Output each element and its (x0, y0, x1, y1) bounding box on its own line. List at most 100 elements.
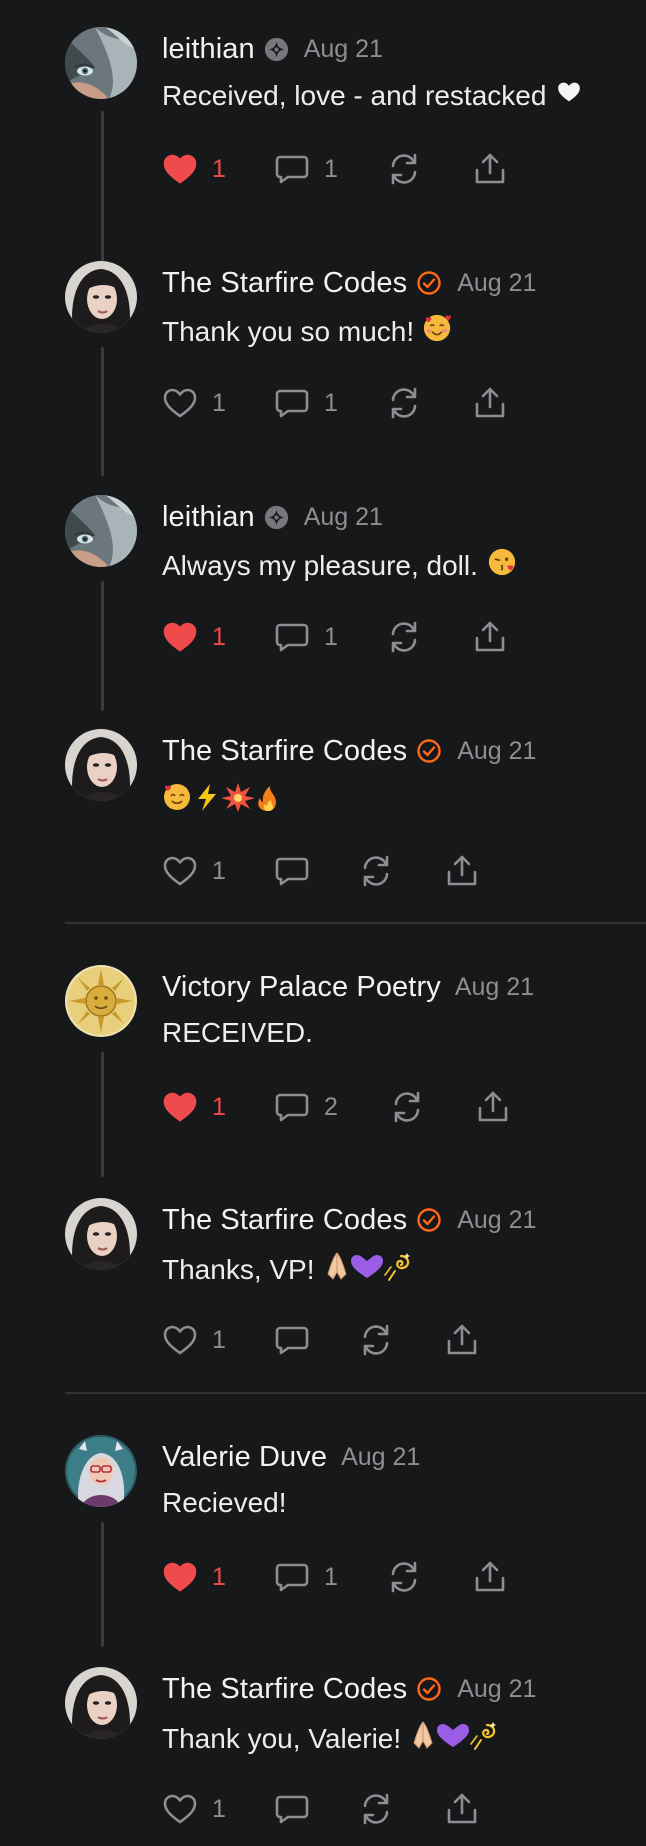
author-name[interactable]: The Starfire Codes (162, 735, 407, 768)
folded-hands-purple-heart-dizzy-emoji (409, 1719, 499, 1758)
comment-header: Valerie Duve Aug 21 (162, 1437, 420, 1477)
thread-divider (65, 1392, 646, 1394)
comment-header: The Starfire Codes Aug 21 (162, 263, 536, 303)
thread-line (101, 581, 104, 711)
folded-hands-purple-heart-dizzy-emoji (323, 1250, 413, 1289)
comment-actions: 1 1 (162, 1557, 508, 1597)
like-button[interactable]: 1 (162, 1087, 274, 1127)
reply-button[interactable]: 1 (274, 149, 386, 189)
comment-actions: 1 (162, 1789, 480, 1829)
comment-text: Thank you, Valerie! (162, 1719, 499, 1758)
avatar[interactable] (65, 1667, 137, 1739)
share-button[interactable] (472, 383, 508, 423)
comment-text: Always my pleasure, doll. (162, 547, 517, 584)
like-button[interactable]: 1 (162, 851, 274, 891)
share-button[interactable] (444, 1789, 480, 1829)
avatar[interactable] (65, 965, 137, 1037)
comment-text: RECEIVED. (162, 1017, 313, 1049)
comment-header: leithian Aug 21 (162, 497, 383, 537)
author-name[interactable]: The Starfire Codes (162, 1673, 407, 1706)
comment-actions: 1 1 (162, 617, 508, 657)
comment-header: leithian Aug 21 (162, 29, 383, 69)
comment-date[interactable]: Aug 21 (304, 503, 383, 532)
comment-header: The Starfire Codes Aug 21 (162, 731, 536, 771)
avatar[interactable] (65, 27, 137, 99)
comment-body: Thank you so much! (162, 315, 415, 347)
like-button[interactable]: 1 (162, 617, 274, 657)
restack-icon (386, 619, 422, 655)
like-button[interactable]: 1 (162, 1557, 274, 1597)
author-name[interactable]: The Starfire Codes (162, 267, 407, 300)
thread-line (101, 111, 104, 264)
author-name[interactable]: The Starfire Codes (162, 1204, 407, 1237)
author-name[interactable]: Valerie Duve (162, 1441, 327, 1474)
restack-button[interactable] (389, 1087, 475, 1127)
reply-button[interactable] (274, 1320, 358, 1360)
comment-text: Recieved! (162, 1487, 287, 1519)
comment-bubble-icon (274, 385, 310, 421)
thread-line (101, 1522, 104, 1647)
avatar[interactable] (65, 1198, 137, 1270)
comment-text (162, 781, 280, 820)
heart-outline-icon (162, 853, 198, 889)
comment-date[interactable]: Aug 21 (341, 1443, 420, 1472)
comment-bubble-icon (274, 1559, 310, 1595)
comment-date[interactable]: Aug 21 (457, 1675, 536, 1704)
comment-date[interactable]: Aug 21 (457, 269, 536, 298)
verified-check-icon (415, 737, 443, 765)
like-count: 1 (212, 856, 226, 885)
share-icon (444, 1791, 480, 1827)
comment-text: Thank you so much! (162, 313, 452, 350)
like-button[interactable]: 1 (162, 1789, 274, 1829)
heart-filled-icon (162, 151, 198, 187)
share-button[interactable] (472, 617, 508, 657)
restack-button[interactable] (386, 1557, 472, 1597)
share-icon (472, 385, 508, 421)
restack-button[interactable] (358, 851, 444, 891)
comment-date[interactable]: Aug 21 (457, 1206, 536, 1235)
share-button[interactable] (472, 149, 508, 189)
comment-bubble-icon (274, 151, 310, 187)
comment-actions: 1 (162, 1320, 480, 1360)
comment-body: Recieved! (162, 1487, 287, 1518)
reply-button[interactable] (274, 851, 358, 891)
comment-header: Victory Palace Poetry Aug 21 (162, 967, 534, 1007)
restack-icon (358, 1322, 394, 1358)
comment-date[interactable]: Aug 21 (457, 737, 536, 766)
share-button[interactable] (444, 1320, 480, 1360)
author-name[interactable]: leithian (162, 33, 255, 66)
comment-bubble-icon (274, 1089, 310, 1125)
comment-date[interactable]: Aug 21 (455, 973, 534, 1002)
like-button[interactable]: 1 (162, 149, 274, 189)
like-button[interactable]: 1 (162, 383, 274, 423)
comment-body: Always my pleasure, doll. (162, 549, 478, 581)
reply-button[interactable]: 1 (274, 1557, 386, 1597)
share-button[interactable] (475, 1087, 511, 1127)
avatar[interactable] (65, 261, 137, 333)
thread-line (101, 1052, 104, 1177)
like-button[interactable]: 1 (162, 1320, 274, 1360)
reply-button[interactable]: 1 (274, 383, 386, 423)
restack-button[interactable] (386, 617, 472, 657)
author-name[interactable]: leithian (162, 501, 255, 534)
comment-body: RECEIVED. (162, 1017, 313, 1048)
like-count: 1 (212, 1794, 226, 1823)
comment-actions: 1 (162, 851, 480, 891)
restack-button[interactable] (386, 149, 472, 189)
avatar[interactable] (65, 1435, 137, 1507)
comment-date[interactable]: Aug 21 (304, 35, 383, 64)
heart-outline-icon (162, 1322, 198, 1358)
restack-button[interactable] (358, 1320, 444, 1360)
share-button[interactable] (444, 851, 480, 891)
reply-button[interactable]: 2 (274, 1087, 389, 1127)
reply-button[interactable] (274, 1789, 358, 1829)
restack-button[interactable] (386, 383, 472, 423)
author-name[interactable]: Victory Palace Poetry (162, 971, 441, 1004)
heart-filled-icon (162, 619, 198, 655)
comment-bubble-icon (274, 1322, 310, 1358)
avatar[interactable] (65, 495, 137, 567)
avatar[interactable] (65, 729, 137, 801)
share-button[interactable] (472, 1557, 508, 1597)
restack-button[interactable] (358, 1789, 444, 1829)
reply-button[interactable]: 1 (274, 617, 386, 657)
